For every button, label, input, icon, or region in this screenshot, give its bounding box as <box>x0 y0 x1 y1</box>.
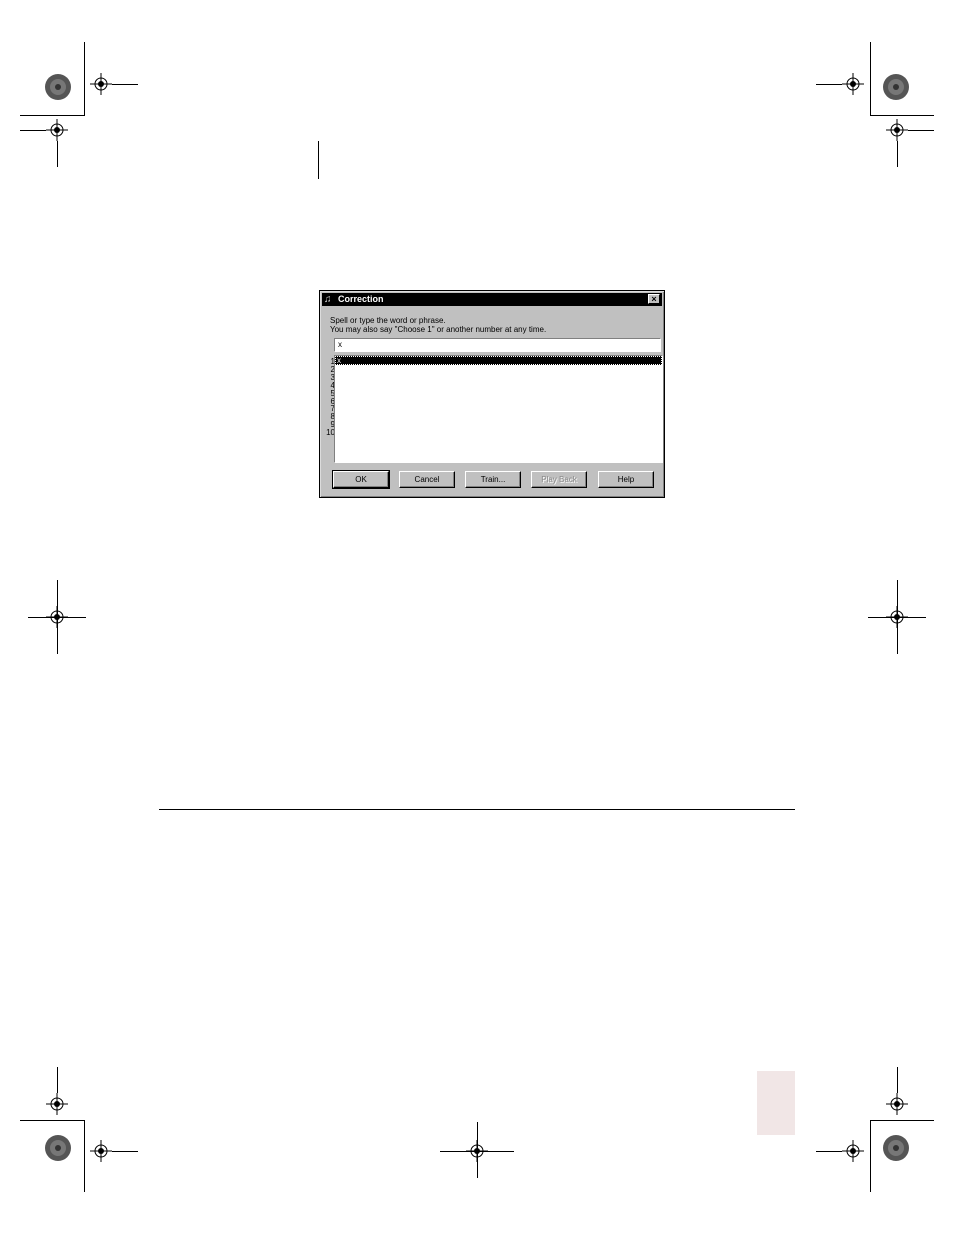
crop-line <box>870 1120 871 1192</box>
crop-line <box>20 130 46 131</box>
crop-line <box>868 617 926 618</box>
crop-line <box>84 42 85 116</box>
correction-dialog: ♫ Correction × Spell or type the word or… <box>319 290 665 498</box>
list-item[interactable]: x <box>335 356 662 365</box>
crosshair-icon <box>886 119 908 141</box>
crosshair-icon <box>842 1140 864 1162</box>
crop-line <box>28 617 86 618</box>
dialog-titlebar[interactable]: ♫ Correction × <box>322 293 662 306</box>
crop-line <box>20 1120 84 1121</box>
thumb-tab <box>757 1071 795 1135</box>
crop-line <box>897 141 898 167</box>
dictation-app-icon: ♫ <box>324 294 332 305</box>
crop-line <box>20 115 84 116</box>
crosshair-icon <box>90 1140 112 1162</box>
rosette-icon <box>883 74 909 100</box>
crop-line <box>870 42 871 116</box>
rosette-icon <box>45 74 71 100</box>
help-button[interactable]: Help <box>598 471 654 488</box>
cancel-button[interactable]: Cancel <box>399 471 455 488</box>
crop-line <box>870 1120 934 1121</box>
crosshair-icon <box>886 1093 908 1115</box>
crop-line <box>57 141 58 167</box>
crop-line <box>477 1122 478 1178</box>
crop-line <box>84 1120 85 1192</box>
rosette-icon <box>883 1135 909 1161</box>
close-icon[interactable]: × <box>648 294 660 304</box>
ok-button[interactable]: OK <box>332 470 390 489</box>
choices-list[interactable]: x <box>334 355 663 463</box>
crosshair-icon <box>842 73 864 95</box>
prompt-line-2: You may also say "Choose 1" or another n… <box>330 325 547 334</box>
crop-line <box>816 1151 842 1152</box>
train-button[interactable]: Train... <box>465 471 521 488</box>
crosshair-icon <box>46 119 68 141</box>
crosshair-icon <box>46 1093 68 1115</box>
crop-line <box>897 1067 898 1093</box>
crop-line <box>112 84 138 85</box>
dialog-title: Correction <box>338 294 384 304</box>
crop-line <box>908 130 934 131</box>
prompt-line-1: Spell or type the word or phrase. <box>330 316 446 325</box>
crosshair-icon <box>90 73 112 95</box>
crop-line <box>112 1151 138 1152</box>
page-margin-stub <box>318 141 319 179</box>
crop-line <box>57 1067 58 1093</box>
rosette-icon <box>45 1135 71 1161</box>
page-rule <box>159 809 795 810</box>
crop-line <box>870 115 934 116</box>
play-back-button[interactable]: Play Back <box>531 471 587 488</box>
crop-line <box>816 84 842 85</box>
correction-input[interactable]: x <box>334 338 661 352</box>
